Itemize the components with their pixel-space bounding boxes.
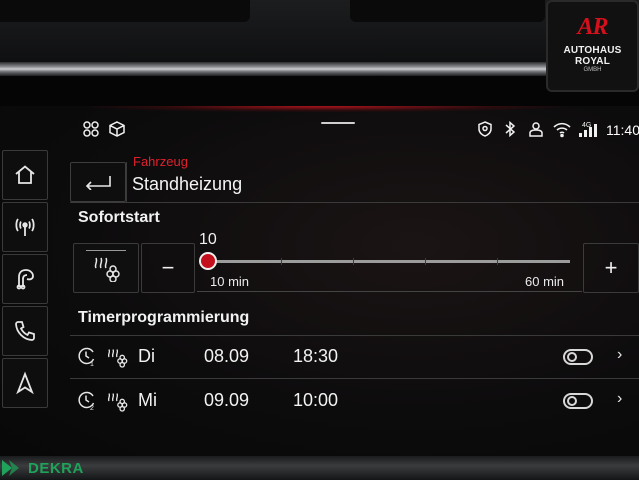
media-icon <box>16 269 34 290</box>
media-button[interactable] <box>2 254 48 304</box>
dealer-sub: GMBH <box>583 67 602 73</box>
timer-toggle[interactable] <box>563 349 593 365</box>
slider-tick <box>353 258 354 265</box>
dealer-logo-mark: AR <box>577 14 608 40</box>
back-button[interactable] <box>70 162 126 202</box>
side-rail <box>0 150 48 412</box>
home-icon <box>15 165 35 184</box>
navigation-button[interactable] <box>2 358 48 408</box>
chevron-right-icon[interactable]: › <box>617 390 622 408</box>
seat-heat-icon <box>94 257 120 282</box>
drag-handle[interactable] <box>321 122 355 124</box>
svg-text:1: 1 <box>90 361 94 368</box>
increase-button[interactable]: + <box>583 243 639 293</box>
toggle-knob <box>567 396 577 406</box>
timer-date: 08.09 <box>204 346 250 366</box>
slider-min-label: 10 min <box>210 274 250 289</box>
dashboard-top <box>0 0 639 62</box>
signal-4g-icon: 4G <box>578 120 600 143</box>
svg-text:4G: 4G <box>582 122 591 129</box>
svg-text:2: 2 <box>90 405 94 412</box>
dealer-name: AUTOHAUS ROYAL <box>563 45 622 67</box>
screen-bottom-frame <box>0 456 639 480</box>
heater-mode-button[interactable] <box>73 243 139 293</box>
dekra-text: DEKRA <box>28 459 84 477</box>
screen-bezel <box>0 76 639 106</box>
timer-time: 18:30 <box>293 346 339 366</box>
dekra-watermark: DEKRA <box>2 458 84 478</box>
page-title: Standheizung <box>132 174 243 194</box>
radio-button[interactable] <box>2 202 48 252</box>
divider <box>197 291 582 292</box>
timer-toggle[interactable] <box>563 393 593 409</box>
app-grid-icon[interactable] <box>82 120 100 143</box>
navigation-icon <box>16 371 34 395</box>
top-glow <box>90 106 560 112</box>
dealer-logo: AR AUTOHAUS ROYAL GMBH <box>546 0 639 92</box>
shield-location-icon <box>476 120 494 143</box>
seat-heat-icon <box>106 390 128 417</box>
slider-tick <box>497 258 498 265</box>
phone-button[interactable] <box>2 306 48 356</box>
wifi-icon <box>552 120 572 143</box>
duration-slider-thumb[interactable] <box>199 252 217 270</box>
divider <box>70 378 639 379</box>
timer-date: 09.09 <box>204 390 250 410</box>
divider <box>70 202 639 203</box>
slider-tick <box>281 258 282 265</box>
slider-max-label: 60 min <box>525 274 565 289</box>
timer-day: Mi <box>138 390 157 410</box>
toggle-knob <box>567 352 577 362</box>
heater-indicator-line <box>86 250 126 251</box>
phone-icon <box>15 321 35 341</box>
decrease-button[interactable]: − <box>141 243 195 293</box>
timer-clock-icon: 1 <box>76 346 98 373</box>
timer-time: 10:00 <box>293 390 339 410</box>
timer-row[interactable]: 2 Mi 09.09 10:00 › <box>70 380 639 422</box>
section-heading-timer: Timerprogrammierung <box>78 309 250 326</box>
clock: 11:40 <box>606 122 639 138</box>
seat-heat-icon <box>106 346 128 373</box>
breadcrumb[interactable]: Fahrzeug <box>133 154 188 169</box>
timer-day: Di <box>138 346 155 366</box>
timer-clock-icon: 2 <box>76 390 98 417</box>
box-icon[interactable] <box>108 120 126 143</box>
section-heading-sofortstart: Sofortstart <box>78 209 160 226</box>
bluetooth-icon <box>502 120 518 143</box>
user-icon <box>527 120 545 143</box>
chevron-right-icon[interactable]: › <box>617 346 622 364</box>
duration-slider-track[interactable] <box>208 260 570 263</box>
timer-row[interactable]: 1 Di 08.09 18:30 › <box>70 336 639 378</box>
infotainment-screen: 4G 11:40 Fahrzeug Standheizung Sofortsta… <box>0 106 639 456</box>
duration-value: 10 <box>199 231 217 248</box>
dash-panel <box>0 0 250 22</box>
dash-panel <box>350 0 545 22</box>
slider-tick <box>425 258 426 265</box>
back-arrow-icon <box>85 176 111 190</box>
chrome-trim <box>0 62 639 76</box>
status-bar: 4G 11:40 <box>72 114 639 148</box>
dekra-logo-icon <box>2 460 19 476</box>
radio-icon <box>15 218 35 236</box>
divider <box>126 162 127 202</box>
home-button[interactable] <box>2 150 48 200</box>
